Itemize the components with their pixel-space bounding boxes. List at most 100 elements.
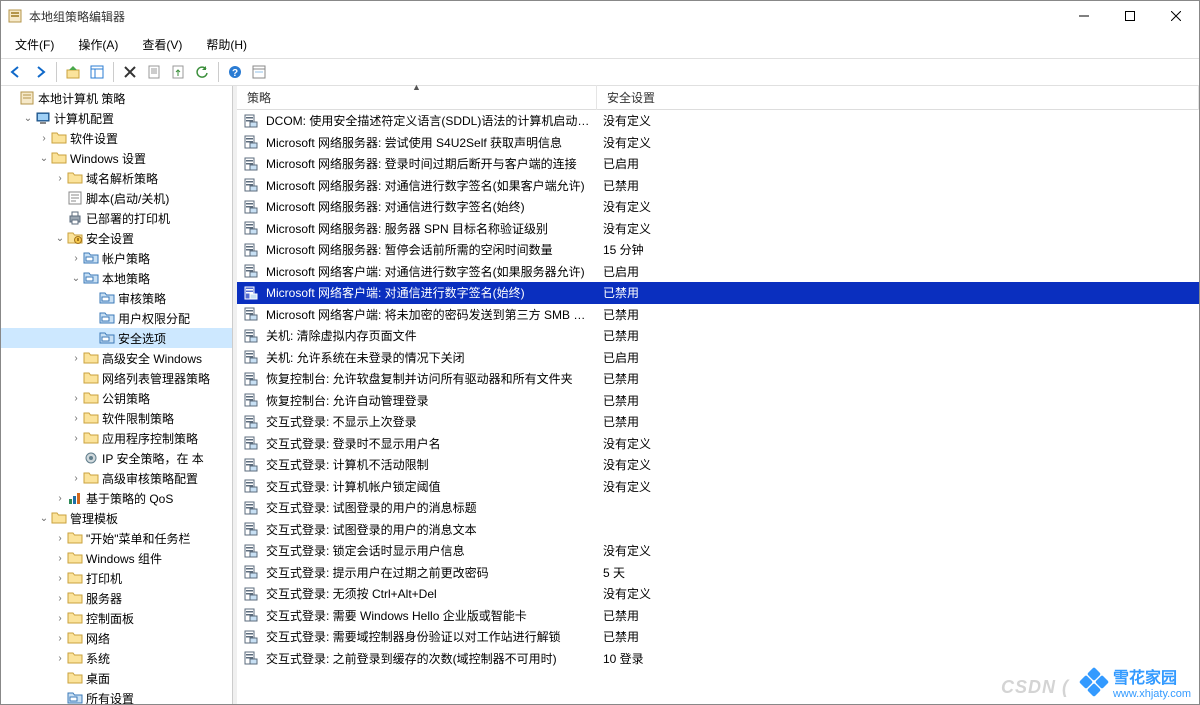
policy-row[interactable]: 恢复控制台: 允许自动管理登录已禁用 bbox=[237, 390, 1199, 412]
tree-local-policies[interactable]: ⌄本地策略 bbox=[1, 268, 232, 288]
chevron-down-icon[interactable]: ⌄ bbox=[21, 113, 35, 124]
chevron-right-icon[interactable]: › bbox=[53, 493, 67, 504]
show-hide-button[interactable] bbox=[86, 61, 108, 83]
list-body[interactable]: DCOM: 使用安全描述符定义语言(SDDL)语法的计算机启动…没有定义Micr… bbox=[237, 110, 1199, 704]
tree-adv-audit[interactable]: ›高级审核策略配置 bbox=[1, 468, 232, 488]
policy-row[interactable]: DCOM: 使用安全描述符定义语言(SDDL)语法的计算机启动…没有定义 bbox=[237, 110, 1199, 132]
tree-scripts[interactable]: 脚本(启动/关机) bbox=[1, 188, 232, 208]
tree-computer-config[interactable]: ⌄计算机配置 bbox=[1, 108, 232, 128]
tree-security-options[interactable]: 安全选项 bbox=[1, 328, 232, 348]
refresh-button[interactable] bbox=[191, 61, 213, 83]
tree-control-panel[interactable]: ›控制面板 bbox=[1, 608, 232, 628]
chevron-right-icon[interactable]: › bbox=[69, 253, 83, 264]
chevron-right-icon[interactable]: › bbox=[53, 173, 67, 184]
tree-software-restrict[interactable]: ›软件限制策略 bbox=[1, 408, 232, 428]
tree-printers[interactable]: ›打印机 bbox=[1, 568, 232, 588]
policy-row[interactable]: Microsoft 网络客户端: 对通信进行数字签名(始终)已禁用 bbox=[237, 282, 1199, 304]
chevron-right-icon[interactable]: › bbox=[69, 393, 83, 404]
forward-button[interactable] bbox=[29, 61, 51, 83]
policy-row[interactable]: 交互式登录: 登录时不显示用户名没有定义 bbox=[237, 433, 1199, 455]
policy-row[interactable]: Microsoft 网络客户端: 将未加密的密码发送到第三方 SMB …已禁用 bbox=[237, 304, 1199, 326]
chevron-down-icon[interactable]: ⌄ bbox=[69, 273, 83, 284]
policy-row[interactable]: Microsoft 网络服务器: 对通信进行数字签名(如果客户端允许)已禁用 bbox=[237, 175, 1199, 197]
policy-row[interactable]: 交互式登录: 锁定会话时显示用户信息没有定义 bbox=[237, 540, 1199, 562]
chevron-right-icon[interactable]: › bbox=[53, 593, 67, 604]
tree-account-policies[interactable]: ›帐户策略 bbox=[1, 248, 232, 268]
properties-button[interactable] bbox=[143, 61, 165, 83]
chevron-right-icon[interactable]: › bbox=[53, 573, 67, 584]
policy-row[interactable]: Microsoft 网络服务器: 登录时间过期后断开与客户端的连接已启用 bbox=[237, 153, 1199, 175]
chevron-down-icon[interactable]: ⌄ bbox=[37, 513, 51, 524]
policy-row[interactable]: 交互式登录: 不显示上次登录已禁用 bbox=[237, 411, 1199, 433]
tree-root[interactable]: 本地计算机 策略 bbox=[1, 88, 232, 108]
close-button[interactable] bbox=[1153, 1, 1199, 31]
chevron-right-icon[interactable]: › bbox=[69, 353, 83, 364]
policy-row[interactable]: Microsoft 网络服务器: 对通信进行数字签名(始终)没有定义 bbox=[237, 196, 1199, 218]
policy-row[interactable]: 交互式登录: 需要 Windows Hello 企业版或智能卡已禁用 bbox=[237, 605, 1199, 627]
policy-row[interactable]: 交互式登录: 计算机帐户锁定阈值没有定义 bbox=[237, 476, 1199, 498]
policy-row[interactable]: Microsoft 网络服务器: 尝试使用 S4U2Self 获取声明信息没有定… bbox=[237, 132, 1199, 154]
policy-row[interactable]: Microsoft 网络客户端: 对通信进行数字签名(如果服务器允许)已启用 bbox=[237, 261, 1199, 283]
column-setting[interactable]: 安全设置 bbox=[597, 85, 1199, 110]
chevron-right-icon[interactable]: › bbox=[53, 633, 67, 644]
chevron-down-icon[interactable]: ⌄ bbox=[53, 233, 67, 244]
back-button[interactable] bbox=[5, 61, 27, 83]
help-button[interactable]: ? bbox=[224, 61, 246, 83]
policy-row[interactable]: Microsoft 网络服务器: 暂停会话前所需的空闲时间数量15 分钟 bbox=[237, 239, 1199, 261]
tree-nl-manager[interactable]: 网络列表管理器策略 bbox=[1, 368, 232, 388]
chevron-right-icon[interactable]: › bbox=[53, 553, 67, 564]
delete-button[interactable] bbox=[119, 61, 141, 83]
up-button[interactable] bbox=[62, 61, 84, 83]
chevron-right-icon[interactable]: › bbox=[53, 613, 67, 624]
tree-audit-policy[interactable]: 审核策略 bbox=[1, 288, 232, 308]
chevron-right-icon[interactable]: › bbox=[69, 413, 83, 424]
tree-adv-windows-fw[interactable]: ›高级安全 Windows bbox=[1, 348, 232, 368]
tree-system[interactable]: ›系统 bbox=[1, 648, 232, 668]
policy-row[interactable]: Microsoft 网络服务器: 服务器 SPN 目标名称验证级别没有定义 bbox=[237, 218, 1199, 240]
policy-row[interactable]: 交互式登录: 试图登录的用户的消息文本 bbox=[237, 519, 1199, 541]
chevron-down-icon[interactable]: ⌄ bbox=[37, 153, 51, 164]
menu-file[interactable]: 文件(F) bbox=[5, 33, 64, 56]
policy-row[interactable]: 交互式登录: 无须按 Ctrl+Alt+Del没有定义 bbox=[237, 583, 1199, 605]
maximize-button[interactable] bbox=[1107, 1, 1153, 31]
minimize-button[interactable] bbox=[1061, 1, 1107, 31]
policy-name: 交互式登录: 计算机帐户锁定阈值 bbox=[266, 478, 441, 495]
chevron-right-icon[interactable]: › bbox=[37, 133, 51, 144]
policy-row[interactable]: 交互式登录: 计算机不活动限制没有定义 bbox=[237, 454, 1199, 476]
tree-windows-components[interactable]: ›Windows 组件 bbox=[1, 548, 232, 568]
policy-row[interactable]: 交互式登录: 提示用户在过期之前更改密码5 天 bbox=[237, 562, 1199, 584]
chevron-right-icon[interactable]: › bbox=[69, 433, 83, 444]
tree-start-taskbar[interactable]: ›"开始"菜单和任务栏 bbox=[1, 528, 232, 548]
tree-pane[interactable]: 本地计算机 策略⌄计算机配置›软件设置⌄Windows 设置›域名解析策略脚本(… bbox=[1, 86, 233, 704]
menu-operation[interactable]: 操作(A) bbox=[68, 33, 128, 56]
tree-user-rights[interactable]: 用户权限分配 bbox=[1, 308, 232, 328]
tree-desktop[interactable]: 桌面 bbox=[1, 668, 232, 688]
tree-server[interactable]: ›服务器 bbox=[1, 588, 232, 608]
menu-help[interactable]: 帮助(H) bbox=[196, 33, 257, 56]
filter-button[interactable] bbox=[248, 61, 270, 83]
chevron-right-icon[interactable]: › bbox=[53, 653, 67, 664]
policy-row[interactable]: 交互式登录: 需要域控制器身份验证以对工作站进行解锁已禁用 bbox=[237, 626, 1199, 648]
tree-software-settings[interactable]: ›软件设置 bbox=[1, 128, 232, 148]
policy-row[interactable]: 关机: 清除虚拟内存页面文件已禁用 bbox=[237, 325, 1199, 347]
tree-policy-based-qos[interactable]: ›基于策略的 QoS bbox=[1, 488, 232, 508]
policy-row[interactable]: 关机: 允许系统在未登录的情况下关闭已启用 bbox=[237, 347, 1199, 369]
tree-deployed-printers[interactable]: 已部署的打印机 bbox=[1, 208, 232, 228]
tree-ip-security[interactable]: IP 安全策略，在 本 bbox=[1, 448, 232, 468]
tree-name-resolution[interactable]: ›域名解析策略 bbox=[1, 168, 232, 188]
export-button[interactable] bbox=[167, 61, 189, 83]
tree-public-key[interactable]: ›公钥策略 bbox=[1, 388, 232, 408]
tree-admin-templates[interactable]: ⌄管理模板 bbox=[1, 508, 232, 528]
chevron-right-icon[interactable]: › bbox=[53, 533, 67, 544]
menu-view[interactable]: 查看(V) bbox=[132, 33, 192, 56]
policy-row[interactable]: 交互式登录: 之前登录到缓存的次数(域控制器不可用时)10 登录 bbox=[237, 648, 1199, 670]
tree-app-control[interactable]: ›应用程序控制策略 bbox=[1, 428, 232, 448]
policy-row[interactable]: 交互式登录: 试图登录的用户的消息标题 bbox=[237, 497, 1199, 519]
tree-network[interactable]: ›网络 bbox=[1, 628, 232, 648]
policy-row[interactable]: 恢复控制台: 允许软盘复制并访问所有驱动器和所有文件夹已禁用 bbox=[237, 368, 1199, 390]
column-policy[interactable]: 策略 ▲ bbox=[237, 85, 597, 110]
chevron-right-icon[interactable]: › bbox=[69, 473, 83, 484]
tree-security-settings[interactable]: ⌄安全设置 bbox=[1, 228, 232, 248]
tree-all-settings[interactable]: 所有设置 bbox=[1, 688, 232, 704]
tree-windows-settings[interactable]: ⌄Windows 设置 bbox=[1, 148, 232, 168]
